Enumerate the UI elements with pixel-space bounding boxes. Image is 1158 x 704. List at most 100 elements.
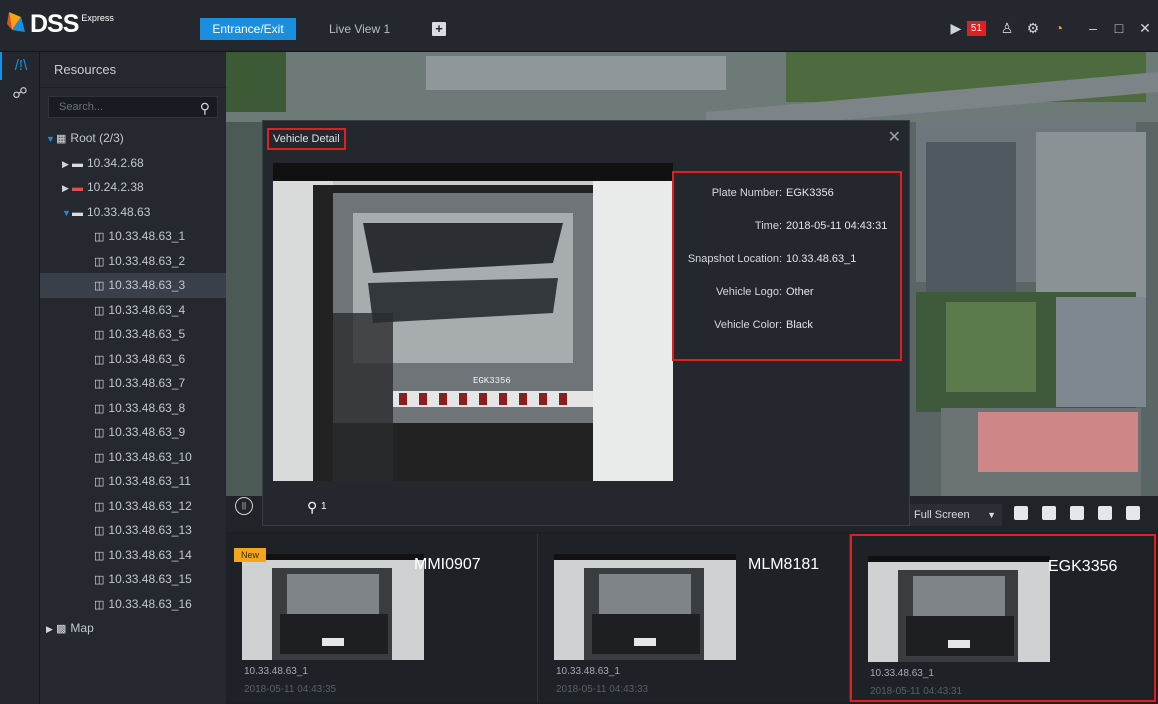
- info-row: Plate Number: EGK3356: [674, 187, 900, 207]
- capture-card[interactable]: MMI0907 10.33.48.63_1 2018-05-11 04:43:35 N…: [226, 534, 538, 702]
- tree-node-label: 10.34.2.68: [87, 155, 144, 170]
- tree-node-label: 10.33.48.63_2: [108, 253, 186, 268]
- tree-node[interactable]: ◫ 10.33.48.63_2: [40, 249, 226, 274]
- tree-node[interactable]: ◫ 10.33.48.63_6: [40, 347, 226, 372]
- tree-node[interactable]: ◫ 10.33.48.63_5: [40, 322, 226, 347]
- tree-node[interactable]: ◫ 10.33.48.63_4: [40, 298, 226, 323]
- top-right-tools: ▶ 51 ♙ ⚙ ◔ – □ ✕: [943, 16, 1158, 40]
- tab-live-view-1[interactable]: Live View 1: [319, 18, 400, 40]
- layout-1-icon[interactable]: [1014, 506, 1028, 520]
- camera-icon: ◫: [94, 353, 105, 366]
- speaker-icon[interactable]: ▶: [943, 20, 969, 37]
- expand-down-icon[interactable]: ▼: [62, 201, 72, 226]
- camera-icon: ◫: [94, 304, 105, 317]
- capture-location: 10.33.48.63_1: [556, 666, 620, 677]
- info-label: Snapshot Location:: [687, 253, 782, 265]
- gear-icon[interactable]: ⚙: [1020, 20, 1046, 37]
- location-pin-icon[interactable]: ⚲: [307, 499, 317, 516]
- tree-node-label: 10.33.48.63_8: [108, 400, 186, 415]
- expand-right-icon[interactable]: ▶: [62, 176, 72, 201]
- capture-thumbnail: [554, 554, 736, 660]
- tree-node[interactable]: ◫ 10.33.48.63_15: [40, 567, 226, 592]
- tree-node[interactable]: ◫ 10.33.48.63_8: [40, 396, 226, 421]
- performance-icon[interactable]: ◔: [1046, 20, 1072, 36]
- tree-node[interactable]: ◫ 10.33.48.63_14: [40, 543, 226, 568]
- expand-right-icon[interactable]: ▶: [46, 617, 56, 642]
- tree-node[interactable]: ◫ 10.33.48.63_7: [40, 371, 226, 396]
- vehicle-info-panel: Plate Number: EGK3356 Time: 2018-05-11 04:4…: [672, 171, 902, 361]
- camera-icon: ◫: [94, 378, 105, 390]
- tree-node-label: 10.33.48.63_1: [108, 229, 186, 243]
- layout-9-icon[interactable]: [1070, 506, 1084, 520]
- info-row: Vehicle Logo: Other: [674, 286, 900, 306]
- resources-panel: Resources Search... ⚲ ▼▦ Root (2/3) ▶ ▬ 10.3…: [40, 52, 226, 704]
- dialog-footer: || ⚲ 1: [235, 493, 909, 525]
- capture-time: 2018-05-11 04:43:35: [244, 684, 337, 695]
- minimize-icon[interactable]: –: [1080, 20, 1106, 36]
- capture-plate: EGK3356: [1048, 558, 1118, 575]
- maximize-icon[interactable]: □: [1106, 20, 1132, 36]
- capture-plate: MMI0907: [414, 556, 481, 573]
- tree-node-label: 10.33.48.63_11: [108, 474, 191, 488]
- window-mode-icon[interactable]: [1126, 506, 1140, 520]
- info-label: Vehicle Logo:: [715, 286, 782, 298]
- camera-icon: ◫: [94, 280, 105, 292]
- tree-node[interactable]: ◫ 10.33.48.63_1: [40, 224, 226, 249]
- vehicle-nav-icon[interactable]: ☍: [0, 80, 40, 108]
- resources-nav-icon[interactable]: /!\: [0, 52, 40, 80]
- layout-4-icon[interactable]: [1042, 506, 1056, 520]
- close-icon[interactable]: ✕: [888, 127, 901, 147]
- tree-node[interactable]: ▼▬ 10.33.48.63: [40, 200, 226, 225]
- add-tab-icon[interactable]: +: [432, 22, 446, 36]
- fullscreen-select[interactable]: Full Screen ▼: [910, 504, 1002, 526]
- tree-node[interactable]: ▶ ▩ Map: [40, 616, 226, 641]
- snapshot-plate-text: EGK3356: [473, 376, 511, 386]
- layout-custom-icon[interactable]: [1098, 506, 1112, 520]
- tree-node-label: 10.33.48.63_10: [108, 449, 192, 464]
- search-input[interactable]: Search... ⚲: [48, 96, 218, 118]
- tree-node[interactable]: ◫ 10.33.48.63_11: [40, 469, 226, 494]
- info-row: Vehicle Color: Black: [674, 319, 900, 339]
- tree-node-label: 10.33.48.63_12: [108, 498, 192, 513]
- tree-node[interactable]: ▼▦ Root (2/3): [40, 126, 226, 151]
- expand-right-icon[interactable]: ▶: [62, 152, 72, 177]
- tree-node-label: 10.33.48.63_6: [108, 351, 186, 366]
- capture-time: 2018-05-11 04:43:31: [870, 686, 963, 697]
- device-icon: ▬: [72, 157, 83, 170]
- device-tree: ▼▦ Root (2/3) ▶ ▬ 10.34.2.68 ▶ ▬ 10.24.2.38 ▼▬ 10…: [40, 126, 226, 641]
- camera-icon: ◫: [94, 549, 105, 562]
- device-icon: ▬: [72, 206, 83, 219]
- info-value: 2018-05-11 04:43:31: [786, 220, 888, 232]
- tree-node[interactable]: ◫ 10.33.48.63_3: [40, 273, 226, 298]
- camera-icon: ◫: [94, 574, 105, 586]
- info-row: Snapshot Location: 10.33.48.63_1: [674, 253, 900, 273]
- panel-title: Resources: [40, 52, 226, 88]
- tree-node[interactable]: ◫ 10.33.48.63_12: [40, 494, 226, 519]
- capture-time: 2018-05-11 04:43:33: [556, 684, 649, 695]
- app-logo: DSS Express: [6, 10, 114, 40]
- info-value: EGK3356: [786, 187, 834, 199]
- alarm-count-badge[interactable]: 51: [966, 20, 986, 36]
- capture-card[interactable]: MLM8181 10.33.48.63_1 2018-05-11 04:43:33: [538, 534, 850, 702]
- camera-icon: ◫: [94, 476, 105, 488]
- tree-node[interactable]: ◫ 10.33.48.63_9: [40, 420, 226, 445]
- camera-icon: ◫: [94, 598, 105, 611]
- info-value: Black: [786, 319, 813, 331]
- capture-plate: MLM8181: [748, 556, 820, 573]
- tree-node[interactable]: ◫ 10.33.48.63_16: [40, 592, 226, 617]
- user-icon[interactable]: ♙: [994, 20, 1020, 37]
- info-value: Other: [786, 286, 814, 298]
- chevron-down-icon: ▼: [987, 510, 996, 520]
- close-icon[interactable]: ✕: [1132, 20, 1158, 37]
- search-icon[interactable]: ⚲: [200, 98, 210, 118]
- expand-down-icon[interactable]: ▼: [46, 127, 56, 152]
- tree-node[interactable]: ◫ 10.33.48.63_13: [40, 518, 226, 543]
- pause-icon[interactable]: ||: [235, 497, 253, 515]
- pin-count: 1: [321, 501, 327, 512]
- tree-node[interactable]: ◫ 10.33.48.63_10: [40, 445, 226, 470]
- tab-entrance-exit[interactable]: Entrance/Exit: [200, 18, 296, 40]
- tree-node[interactable]: ▶ ▬ 10.34.2.68: [40, 151, 226, 176]
- search-placeholder: Search...: [59, 101, 104, 113]
- capture-card[interactable]: EGK3356 10.33.48.63_1 2018-05-11 04:43:31: [850, 534, 1156, 702]
- tree-node[interactable]: ▶ ▬ 10.24.2.38: [40, 175, 226, 200]
